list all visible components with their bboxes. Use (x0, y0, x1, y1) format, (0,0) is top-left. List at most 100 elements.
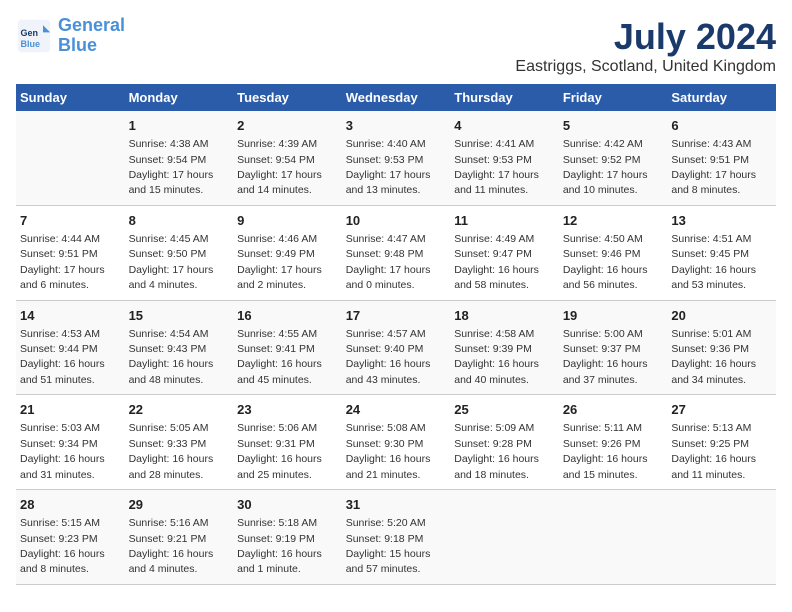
day-number: 28 (20, 496, 121, 514)
calendar-cell: 13 Sunrise: 4:51 AM Sunset: 9:45 PM Dayli… (667, 205, 776, 300)
day-number: 5 (563, 117, 664, 135)
calendar-cell: 28 Sunrise: 5:15 AM Sunset: 9:23 PM Dayli… (16, 490, 125, 585)
logo-line1: General (58, 15, 125, 35)
calendar-cell: 17Sunrise: 4:57 AM Sunset: 9:40 PM Dayli… (342, 300, 451, 395)
day-info: Sunrise: 4:55 AM Sunset: 9:41 PM Dayligh… (237, 328, 322, 386)
calendar-cell: 27 Sunrise: 5:13 AM Sunset: 9:25 PM Dayli… (667, 395, 776, 490)
calendar-cell: 30Sunrise: 5:18 AM Sunset: 9:19 PM Dayli… (233, 490, 342, 585)
column-header-sunday: Sunday (16, 84, 125, 111)
title-block: July 2024 Eastriggs, Scotland, United Ki… (515, 16, 776, 76)
day-number: 19 (563, 307, 664, 325)
day-info: Sunrise: 5:01 AM Sunset: 9:36 PM Dayligh… (671, 328, 756, 386)
day-number: 14 (20, 307, 121, 325)
day-info: Sunrise: 5:16 AM Sunset: 9:21 PM Dayligh… (129, 517, 214, 575)
day-number: 26 (563, 401, 664, 419)
calendar-cell: 25 Sunrise: 5:09 AM Sunset: 9:28 PM Dayli… (450, 395, 559, 490)
calendar-cell (450, 490, 559, 585)
calendar-cell: 5Sunrise: 4:42 AM Sunset: 9:52 PM Daylig… (559, 111, 668, 205)
calendar-cell: 22 Sunrise: 5:05 AM Sunset: 9:33 PM Dayli… (125, 395, 234, 490)
day-number: 12 (563, 212, 664, 230)
day-number: 24 (346, 401, 447, 419)
calendar-cell: 3Sunrise: 4:40 AM Sunset: 9:53 PM Daylig… (342, 111, 451, 205)
day-info: Sunrise: 4:46 AM Sunset: 9:49 PM Dayligh… (237, 233, 322, 291)
calendar-cell (667, 490, 776, 585)
day-number: 31 (346, 496, 447, 514)
column-header-saturday: Saturday (667, 84, 776, 111)
day-info: Sunrise: 4:45 AM Sunset: 9:50 PM Dayligh… (129, 233, 214, 291)
calendar-cell: 14 Sunrise: 4:53 AM Sunset: 9:44 PM Dayli… (16, 300, 125, 395)
week-row-1: 1 Sunrise: 4:38 AM Sunset: 9:54 PM Daylig… (16, 111, 776, 205)
day-info: Sunrise: 5:20 AM Sunset: 9:18 PM Dayligh… (346, 517, 431, 575)
day-info: Sunrise: 5:18 AM Sunset: 9:19 PM Dayligh… (237, 517, 322, 575)
day-number: 2 (237, 117, 338, 135)
page-header: Gen Blue General Blue July 2024 Eastrigg… (16, 16, 776, 76)
day-info: Sunrise: 4:50 AM Sunset: 9:46 PM Dayligh… (563, 233, 648, 291)
week-row-4: 21 Sunrise: 5:03 AM Sunset: 9:34 PM Dayli… (16, 395, 776, 490)
logo-line2: Blue (58, 35, 97, 55)
calendar-header-row: SundayMondayTuesdayWednesdayThursdayFrid… (16, 84, 776, 111)
logo-text: General Blue (58, 16, 125, 56)
logo: Gen Blue General Blue (16, 16, 125, 56)
calendar-cell: 18Sunrise: 4:58 AM Sunset: 9:39 PM Dayli… (450, 300, 559, 395)
day-number: 21 (20, 401, 121, 419)
day-number: 1 (129, 117, 230, 135)
day-info: Sunrise: 4:41 AM Sunset: 9:53 PM Dayligh… (454, 138, 539, 196)
calendar-cell: 15 Sunrise: 4:54 AM Sunset: 9:43 PM Dayli… (125, 300, 234, 395)
day-number: 9 (237, 212, 338, 230)
day-number: 25 (454, 401, 555, 419)
calendar-cell: 23Sunrise: 5:06 AM Sunset: 9:31 PM Dayli… (233, 395, 342, 490)
day-number: 6 (671, 117, 772, 135)
calendar-cell: 10 Sunrise: 4:47 AM Sunset: 9:48 PM Dayli… (342, 205, 451, 300)
week-row-3: 14 Sunrise: 4:53 AM Sunset: 9:44 PM Dayli… (16, 300, 776, 395)
day-number: 23 (237, 401, 338, 419)
day-number: 11 (454, 212, 555, 230)
calendar-cell: 2Sunrise: 4:39 AM Sunset: 9:54 PM Daylig… (233, 111, 342, 205)
calendar-cell: 26Sunrise: 5:11 AM Sunset: 9:26 PM Dayli… (559, 395, 668, 490)
day-number: 22 (129, 401, 230, 419)
day-info: Sunrise: 4:49 AM Sunset: 9:47 PM Dayligh… (454, 233, 539, 291)
column-header-wednesday: Wednesday (342, 84, 451, 111)
day-info: Sunrise: 5:00 AM Sunset: 9:37 PM Dayligh… (563, 328, 648, 386)
day-number: 8 (129, 212, 230, 230)
calendar-cell: 6Sunrise: 4:43 AM Sunset: 9:51 PM Daylig… (667, 111, 776, 205)
day-info: Sunrise: 5:09 AM Sunset: 9:28 PM Dayligh… (454, 422, 539, 480)
day-number: 13 (671, 212, 772, 230)
day-info: Sunrise: 5:13 AM Sunset: 9:25 PM Dayligh… (671, 422, 756, 480)
day-number: 15 (129, 307, 230, 325)
day-info: Sunrise: 5:08 AM Sunset: 9:30 PM Dayligh… (346, 422, 431, 480)
day-info: Sunrise: 5:15 AM Sunset: 9:23 PM Dayligh… (20, 517, 105, 575)
day-number: 20 (671, 307, 772, 325)
calendar-cell: 31 Sunrise: 5:20 AM Sunset: 9:18 PM Dayli… (342, 490, 451, 585)
calendar-cell: 21 Sunrise: 5:03 AM Sunset: 9:34 PM Dayli… (16, 395, 125, 490)
calendar-table: SundayMondayTuesdayWednesdayThursdayFrid… (16, 84, 776, 585)
calendar-cell: 9 Sunrise: 4:46 AM Sunset: 9:49 PM Daylig… (233, 205, 342, 300)
main-title: July 2024 (515, 16, 776, 58)
day-info: Sunrise: 4:58 AM Sunset: 9:39 PM Dayligh… (454, 328, 539, 386)
day-info: Sunrise: 4:51 AM Sunset: 9:45 PM Dayligh… (671, 233, 756, 291)
day-info: Sunrise: 4:53 AM Sunset: 9:44 PM Dayligh… (20, 328, 105, 386)
day-info: Sunrise: 5:05 AM Sunset: 9:33 PM Dayligh… (129, 422, 214, 480)
column-header-thursday: Thursday (450, 84, 559, 111)
day-number: 10 (346, 212, 447, 230)
calendar-body: 1 Sunrise: 4:38 AM Sunset: 9:54 PM Daylig… (16, 111, 776, 584)
calendar-cell: 16 Sunrise: 4:55 AM Sunset: 9:41 PM Dayli… (233, 300, 342, 395)
column-header-monday: Monday (125, 84, 234, 111)
subtitle: Eastriggs, Scotland, United Kingdom (515, 58, 776, 76)
calendar-cell: 11 Sunrise: 4:49 AM Sunset: 9:47 PM Dayli… (450, 205, 559, 300)
calendar-cell (559, 490, 668, 585)
day-number: 27 (671, 401, 772, 419)
week-row-2: 7Sunrise: 4:44 AM Sunset: 9:51 PM Daylig… (16, 205, 776, 300)
day-info: Sunrise: 5:03 AM Sunset: 9:34 PM Dayligh… (20, 422, 105, 480)
week-row-5: 28 Sunrise: 5:15 AM Sunset: 9:23 PM Dayli… (16, 490, 776, 585)
calendar-cell: 20 Sunrise: 5:01 AM Sunset: 9:36 PM Dayli… (667, 300, 776, 395)
day-number: 16 (237, 307, 338, 325)
calendar-cell (16, 111, 125, 205)
day-number: 17 (346, 307, 447, 325)
day-info: Sunrise: 4:44 AM Sunset: 9:51 PM Dayligh… (20, 233, 105, 291)
day-info: Sunrise: 4:54 AM Sunset: 9:43 PM Dayligh… (129, 328, 214, 386)
day-info: Sunrise: 4:47 AM Sunset: 9:48 PM Dayligh… (346, 233, 431, 291)
day-number: 4 (454, 117, 555, 135)
calendar-cell: 24 Sunrise: 5:08 AM Sunset: 9:30 PM Dayli… (342, 395, 451, 490)
calendar-cell: 1 Sunrise: 4:38 AM Sunset: 9:54 PM Daylig… (125, 111, 234, 205)
day-info: Sunrise: 4:38 AM Sunset: 9:54 PM Dayligh… (129, 138, 214, 196)
